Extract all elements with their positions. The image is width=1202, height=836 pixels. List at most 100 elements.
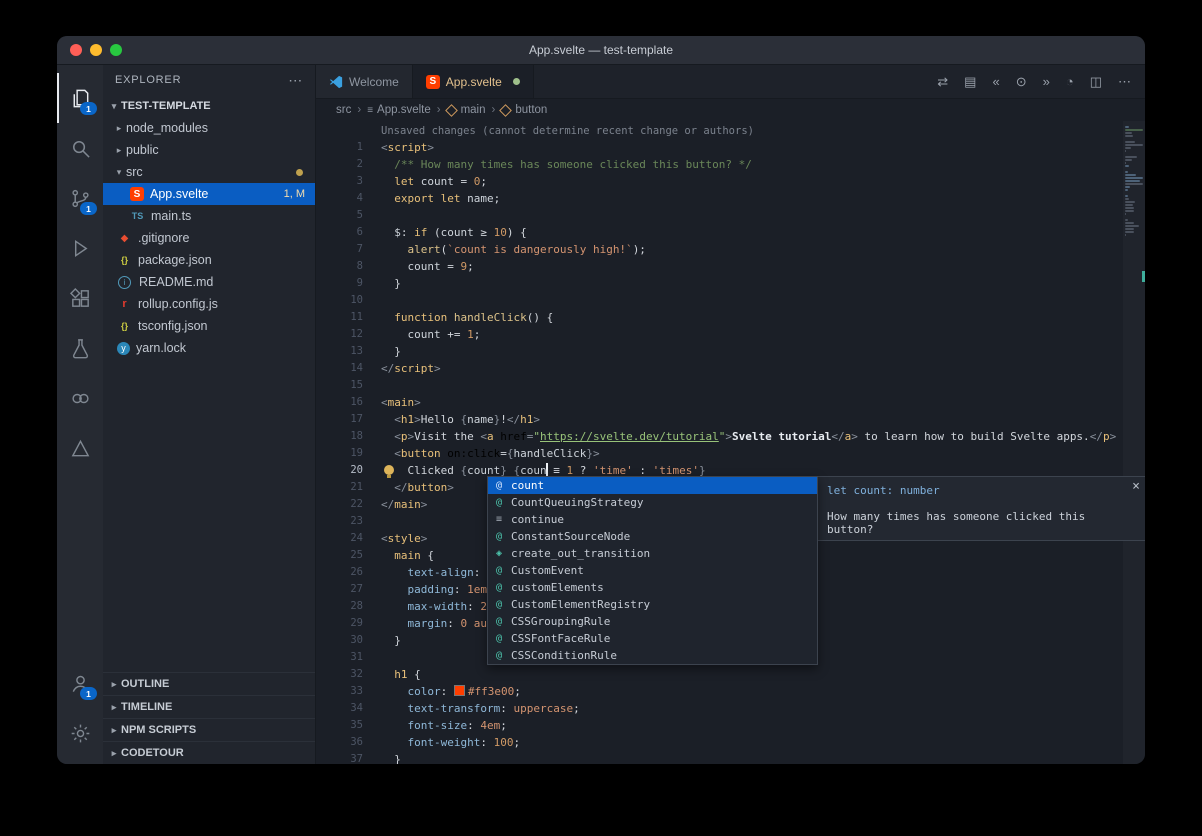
settings-icon[interactable] bbox=[57, 708, 103, 758]
suggestion-item[interactable]: @CustomEvent bbox=[488, 562, 817, 579]
testing-icon[interactable] bbox=[57, 323, 103, 373]
timeline-icon[interactable]: ◔ bbox=[1066, 74, 1074, 89]
git-file-icon: ◆ bbox=[117, 231, 132, 246]
run-debug-icon[interactable] bbox=[57, 223, 103, 273]
sidebar-section-outline[interactable]: ▸OUTLINE bbox=[103, 672, 315, 695]
workbench: 1 1 1 EXPLORER ⋯ ▾ TEST-TEMPLATE ▸node_mo… bbox=[57, 65, 1145, 764]
code-line[interactable]: 10 bbox=[316, 292, 1145, 309]
code-line[interactable]: 9 } bbox=[316, 275, 1145, 292]
json-file-icon: {} bbox=[117, 253, 132, 268]
code-line[interactable]: 33 color: #ff3e00; bbox=[316, 683, 1145, 700]
next-change-icon[interactable]: » bbox=[1043, 74, 1050, 89]
explorer-header: EXPLORER ⋯ bbox=[103, 65, 315, 95]
code-line[interactable]: 3 let count = 0; bbox=[316, 173, 1145, 190]
suggestion-item[interactable]: @CSSConditionRule bbox=[488, 647, 817, 664]
code-line[interactable]: 32 h1 { bbox=[316, 666, 1145, 683]
extensions-icon[interactable] bbox=[57, 273, 103, 323]
explorer-icon[interactable]: 1 bbox=[57, 73, 103, 123]
code-line[interactable]: 5 bbox=[316, 207, 1145, 224]
sidebar-section-codetour[interactable]: ▸CODETOUR bbox=[103, 741, 315, 764]
close-icon[interactable]: × bbox=[1132, 479, 1140, 494]
suggestion-item[interactable]: @count bbox=[488, 477, 817, 494]
line-number: 21 bbox=[316, 479, 363, 496]
breadcrumb-main[interactable]: main bbox=[447, 104, 486, 116]
azure-icon[interactable] bbox=[57, 423, 103, 473]
tree-item-app-svelte[interactable]: SApp.svelte1, M bbox=[103, 183, 315, 205]
tree-item--gitignore[interactable]: ◆.gitignore bbox=[103, 227, 315, 249]
source-control-icon[interactable]: 1 bbox=[57, 173, 103, 223]
minimap-line bbox=[1125, 183, 1143, 185]
tree-item-rollup-config-js[interactable]: rrollup.config.js bbox=[103, 293, 315, 315]
tree-item-package-json[interactable]: {}package.json bbox=[103, 249, 315, 271]
gitlens-icon[interactable] bbox=[57, 373, 103, 423]
tab-welcome[interactable]: Welcome bbox=[316, 65, 413, 98]
minimap-line bbox=[1125, 213, 1126, 215]
lightbulb-icon[interactable] bbox=[384, 465, 394, 475]
code-line[interactable]: 8 count = 9; bbox=[316, 258, 1145, 275]
code-line[interactable]: 7 alert(`count is dangerously high!`); bbox=[316, 241, 1145, 258]
search-icon[interactable] bbox=[57, 123, 103, 173]
close-window-button[interactable] bbox=[70, 44, 82, 56]
code-line[interactable]: 6 $: if (count ≥ 10) { bbox=[316, 224, 1145, 241]
breadcrumb-src[interactable]: src bbox=[336, 104, 351, 116]
suggestion-item[interactable]: @customElements bbox=[488, 579, 817, 596]
code-line[interactable]: 36 font-weight: 100; bbox=[316, 734, 1145, 751]
suggestion-item[interactable]: @ConstantSourceNode bbox=[488, 528, 817, 545]
code-line[interactable]: 2 /** How many times has someone clicked… bbox=[316, 156, 1145, 173]
sidebar-section-npm-scripts[interactable]: ▸NPM SCRIPTS bbox=[103, 718, 315, 741]
workspace-root-folder[interactable]: ▾ TEST-TEMPLATE bbox=[103, 95, 315, 117]
code-line[interactable]: 15 bbox=[316, 377, 1145, 394]
tree-item-node-modules[interactable]: ▸node_modules bbox=[103, 117, 315, 139]
code-line[interactable]: 14</script> bbox=[316, 360, 1145, 377]
suggestion-item[interactable]: ◈create_out_transition bbox=[488, 545, 817, 562]
code-line[interactable]: 19 <button on:click={handleClick}> bbox=[316, 445, 1145, 462]
code-line[interactable]: 16<main> bbox=[316, 394, 1145, 411]
breadcrumb-label: src bbox=[336, 104, 351, 116]
line-number: 18 bbox=[316, 428, 363, 445]
code-editor[interactable]: Unsaved changes (cannot determine recent… bbox=[316, 121, 1145, 764]
suggestion-item[interactable]: @CountQueuingStrategy bbox=[488, 494, 817, 511]
code-line[interactable]: 12 count += 1; bbox=[316, 326, 1145, 343]
color-swatch[interactable] bbox=[454, 685, 465, 696]
minimap-line bbox=[1125, 129, 1143, 131]
tree-item-yarn-lock[interactable]: yyarn.lock bbox=[103, 337, 315, 359]
explorer-more-actions-icon[interactable]: ⋯ bbox=[288, 72, 303, 89]
open-changes-icon[interactable]: ▤ bbox=[964, 74, 976, 90]
breadcrumb-app-svelte[interactable]: ≡App.svelte bbox=[367, 104, 431, 116]
code-line[interactable]: 35 font-size: 4em; bbox=[316, 717, 1145, 734]
tree-item-readme-md[interactable]: iREADME.md bbox=[103, 271, 315, 293]
code-line[interactable]: 34 text-transform: uppercase; bbox=[316, 700, 1145, 717]
split-editor-icon[interactable]: ◫ bbox=[1090, 74, 1102, 90]
code-line[interactable]: 13 } bbox=[316, 343, 1145, 360]
code-line[interactable]: 1<script> bbox=[316, 139, 1145, 156]
breadcrumb-button[interactable]: button bbox=[501, 104, 547, 116]
code-line[interactable]: 11 function handleClick() { bbox=[316, 309, 1145, 326]
minimap-line bbox=[1125, 225, 1139, 227]
suggestion-item[interactable]: ≡continue bbox=[488, 511, 817, 528]
tab-app-svelte[interactable]: SApp.svelte bbox=[413, 65, 534, 98]
tree-item-main-ts[interactable]: TSmain.ts bbox=[103, 205, 315, 227]
tree-item-public[interactable]: ▸public bbox=[103, 139, 315, 161]
gitlens-toggle-icon[interactable]: ⊙ bbox=[1016, 74, 1027, 90]
code-line-content: export let name; bbox=[381, 190, 500, 207]
gitlens-codelens[interactable]: Unsaved changes (cannot determine recent… bbox=[316, 123, 1145, 139]
code-line[interactable]: 17 <h1>Hello {name}!</h1> bbox=[316, 411, 1145, 428]
source-control-compare-icon[interactable]: ⇄ bbox=[937, 74, 948, 90]
previous-change-icon[interactable]: « bbox=[992, 74, 999, 89]
minimap-line bbox=[1125, 126, 1129, 128]
more-actions-icon[interactable]: ⋯ bbox=[1118, 74, 1131, 90]
tree-item-src[interactable]: ▾src bbox=[103, 161, 315, 183]
minimap[interactable] bbox=[1123, 121, 1145, 764]
suggest-doc-description: How many times has someone clicked this … bbox=[827, 510, 1137, 536]
suggestion-item[interactable]: @CSSGroupingRule bbox=[488, 613, 817, 630]
sidebar-section-timeline[interactable]: ▸TIMELINE bbox=[103, 695, 315, 718]
code-line[interactable]: 18 <p>Visit the <a href="https://svelte.… bbox=[316, 428, 1145, 445]
code-line[interactable]: 37 } bbox=[316, 751, 1145, 764]
tree-item-tsconfig-json[interactable]: {}tsconfig.json bbox=[103, 315, 315, 337]
accounts-icon[interactable]: 1 bbox=[57, 658, 103, 708]
minimize-window-button[interactable] bbox=[90, 44, 102, 56]
suggestion-item[interactable]: @CustomElementRegistry bbox=[488, 596, 817, 613]
suggestion-item[interactable]: @CSSFontFaceRule bbox=[488, 630, 817, 647]
code-line[interactable]: 4 export let name; bbox=[316, 190, 1145, 207]
zoom-window-button[interactable] bbox=[110, 44, 122, 56]
